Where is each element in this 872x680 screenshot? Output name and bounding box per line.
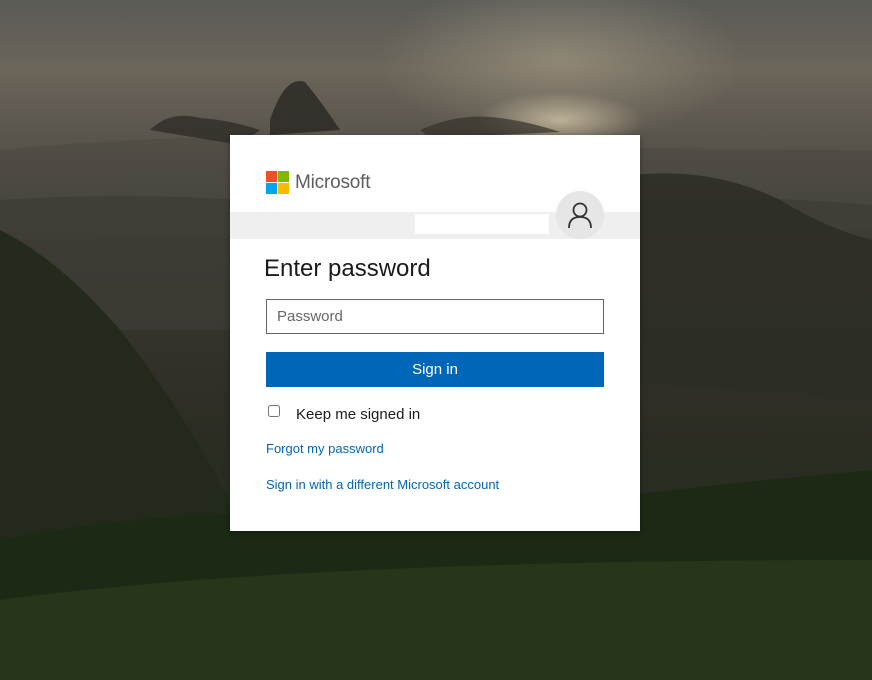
page-title: Enter password (264, 255, 431, 282)
brand-header: Microsoft (266, 171, 370, 194)
password-input[interactable] (266, 299, 604, 334)
keep-signed-in-label: Keep me signed in (296, 405, 421, 423)
keep-signed-in-row[interactable]: Keep me signed in (266, 403, 420, 425)
brand-name: Microsoft (295, 171, 371, 193)
account-avatar (556, 191, 604, 239)
different-account-link[interactable]: Sign in with a different Microsoft accou… (266, 477, 499, 492)
keep-signed-in-checkbox[interactable] (268, 405, 280, 417)
account-email (415, 214, 549, 234)
microsoft-logo-icon (266, 171, 289, 194)
sign-in-button[interactable]: Sign in (266, 352, 604, 387)
login-card: Microsoft Enter password Sign in Keep me… (230, 135, 640, 531)
forgot-password-link[interactable]: Forgot my password (266, 441, 384, 456)
user-icon (568, 202, 592, 229)
